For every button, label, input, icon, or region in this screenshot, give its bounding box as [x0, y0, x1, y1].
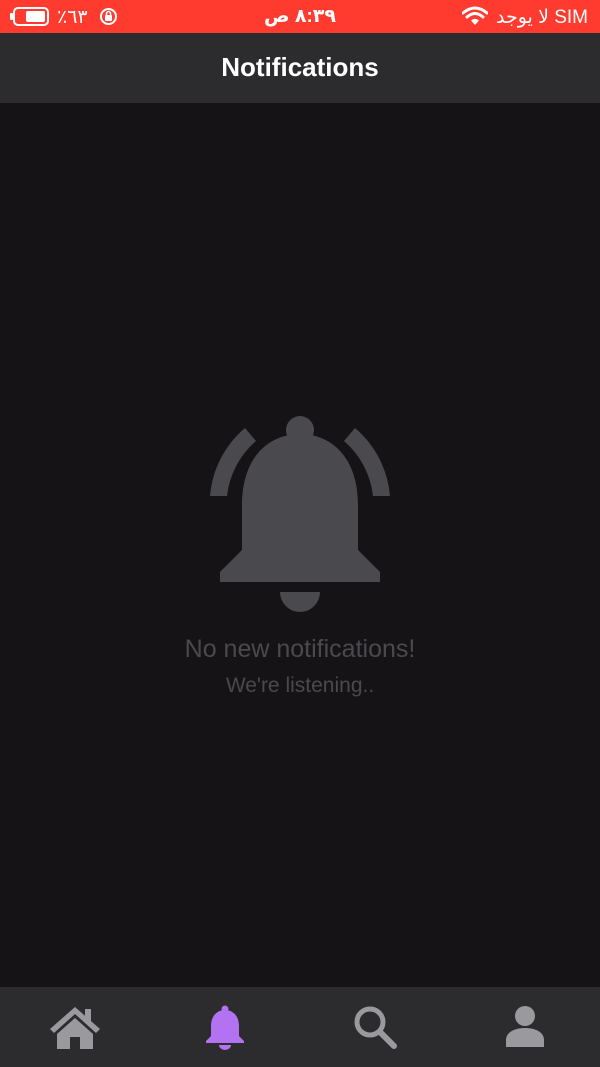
empty-state-title: No new notifications!: [184, 635, 416, 663]
navigation-bar: Notifications: [0, 33, 600, 103]
home-icon: [50, 1007, 100, 1049]
tab-bar: [0, 987, 600, 1067]
notifications-screen: ٦٣٪ ٨:٣٩ ص لا يوجد SIM Notifications No …: [0, 0, 600, 1067]
wifi-icon: [462, 6, 488, 25]
page-title: Notifications: [221, 52, 379, 82]
tab-home[interactable]: [0, 987, 150, 1067]
bell-icon: [206, 1005, 244, 1050]
person-icon: [506, 1006, 544, 1047]
carrier-label: لا يوجد SIM: [496, 7, 588, 28]
tab-search[interactable]: [300, 987, 450, 1067]
bell-ringing-icon: [210, 416, 390, 612]
empty-state-subtitle: We're listening..: [225, 674, 375, 697]
tab-profile[interactable]: [450, 987, 600, 1067]
empty-state: No new notifications! We're listening..: [0, 410, 600, 698]
tab-notifications[interactable]: [150, 987, 300, 1067]
search-icon: [354, 1006, 397, 1049]
status-bar: ٦٣٪ ٨:٣٩ ص لا يوجد SIM: [0, 0, 600, 33]
